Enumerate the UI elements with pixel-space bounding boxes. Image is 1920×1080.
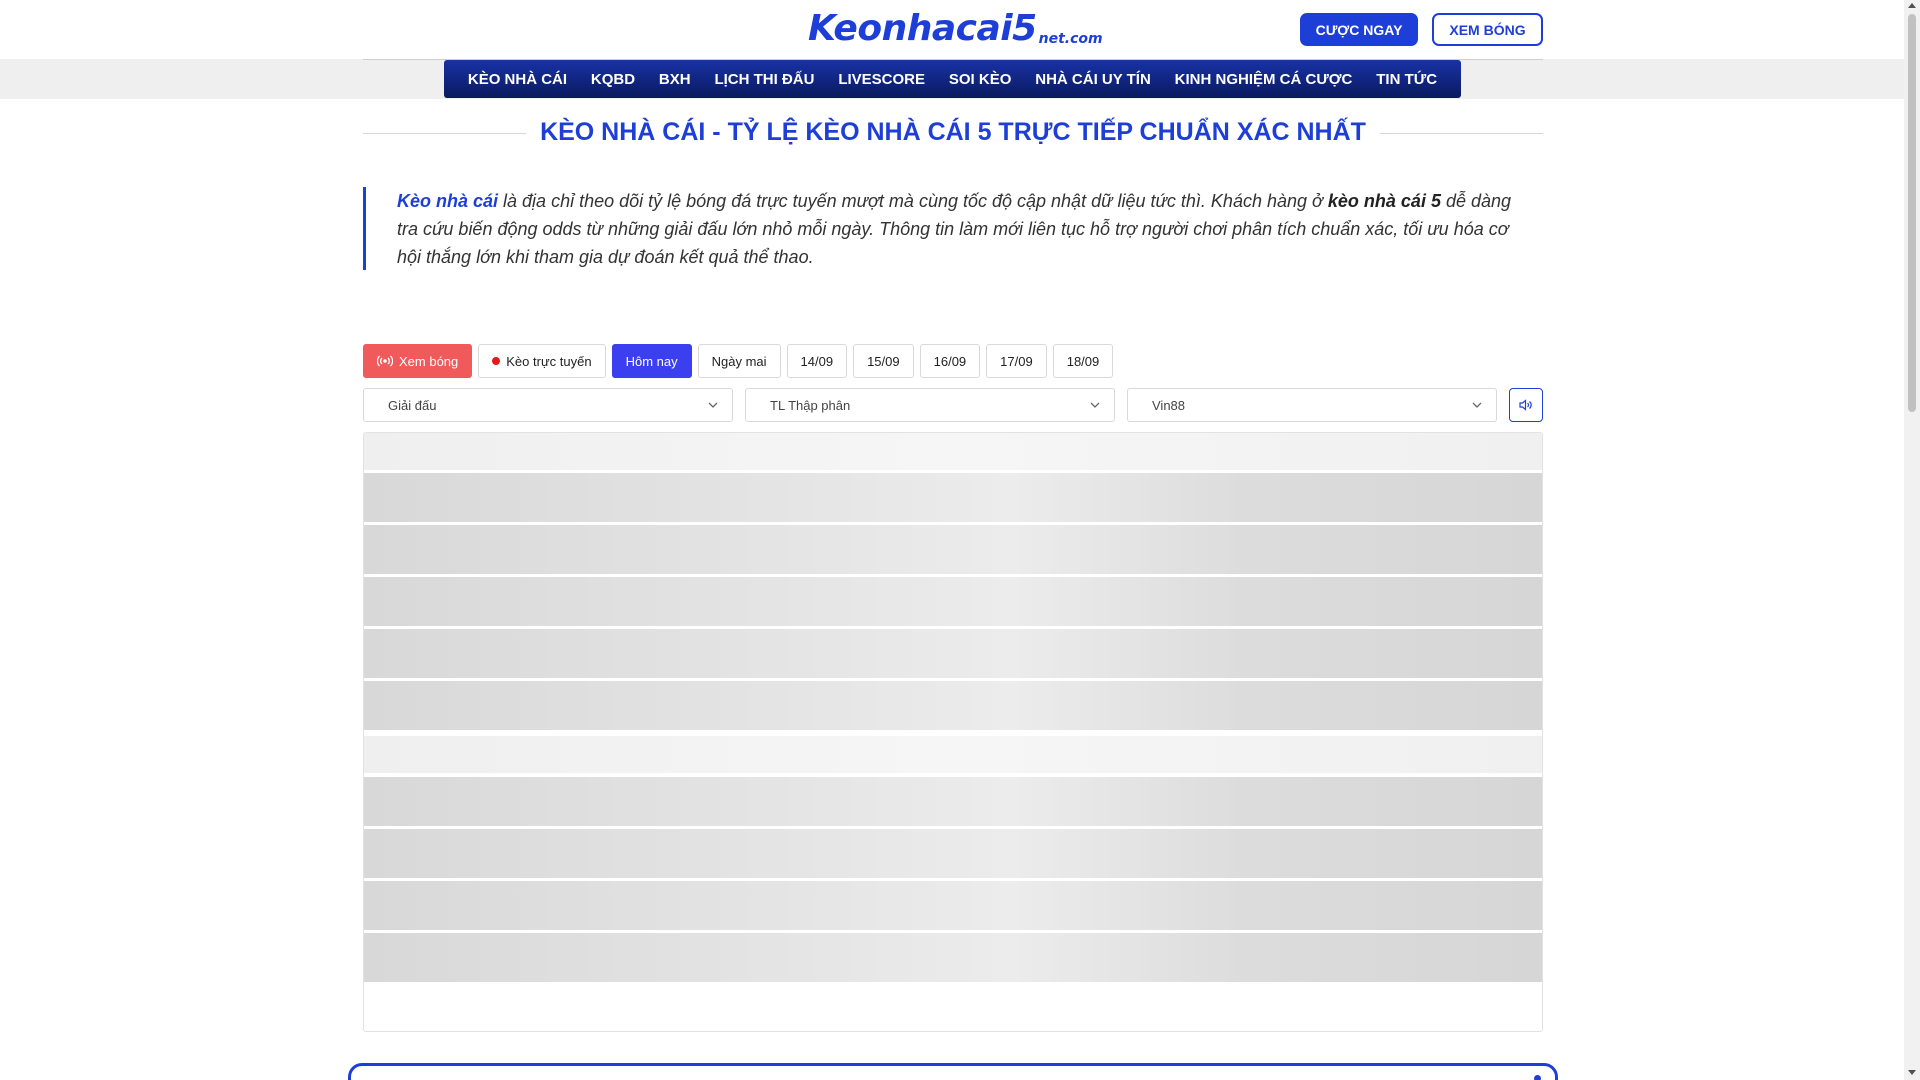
- tab-keo-truc-tuyen-label: Kèo trực tuyến: [506, 353, 592, 369]
- skeleton-row: [364, 881, 1542, 930]
- skeleton-row: [364, 473, 1542, 522]
- bookmaker-select[interactable]: Vin88: [1127, 388, 1497, 422]
- bet-now-button[interactable]: CƯỢC NGAY: [1300, 13, 1418, 46]
- skeleton-row: [364, 829, 1542, 878]
- watch-football-button[interactable]: XEM BÓNG: [1432, 13, 1543, 46]
- tab-date-1409[interactable]: 14/09: [786, 344, 848, 378]
- nav-item-livescore[interactable]: LIVESCORE: [838, 71, 925, 88]
- filter-tabs: Xem bóng Kèo trực tuyến Hôm nay Ngày mai…: [363, 344, 1114, 378]
- skeleton-row: [364, 933, 1542, 982]
- tab-date-1609[interactable]: 16/09: [919, 344, 981, 378]
- skeleton-header-row: [364, 433, 1542, 470]
- tab-ngay-mai[interactable]: Ngày mai: [697, 344, 781, 378]
- nav-item-keo-nha-cai[interactable]: KÈO NHÀ CÁI: [468, 71, 567, 88]
- intro-strong: kèo nhà cái 5: [1327, 191, 1441, 211]
- chevron-down-icon: [708, 402, 718, 408]
- bottom-section-box: [348, 1063, 1558, 1080]
- nav-item-bxh[interactable]: BXH: [659, 71, 691, 88]
- skeleton-header-row: [364, 736, 1542, 773]
- logo-sub-text: net.com: [1038, 31, 1103, 47]
- intro-text-1: là địa chỉ theo dõi tỷ lệ bóng đá trực t…: [498, 191, 1328, 211]
- tab-xem-bong[interactable]: Xem bóng: [363, 344, 473, 378]
- scroll-down-icon[interactable]: [1908, 1070, 1916, 1075]
- tab-keo-truc-tuyen[interactable]: Kèo trực tuyến: [478, 344, 606, 378]
- odds-format-select[interactable]: TL Thập phân: [745, 388, 1115, 422]
- tab-date-1509[interactable]: 15/09: [853, 344, 914, 378]
- logo-main-text: Keonhacai5: [808, 8, 1037, 49]
- tab-xem-bong-label: Xem bóng: [399, 353, 459, 369]
- bookmaker-select-value: Vin88: [1152, 397, 1186, 413]
- tab-date-1809[interactable]: 18/09: [1052, 344, 1114, 378]
- main-nav: KÈO NHÀ CÁI KQBD BXH LỊCH THI ĐẤU LIVESC…: [444, 60, 1461, 98]
- page-title: KÈO NHÀ CÁI - TỶ LỆ KÈO NHÀ CÁI 5 TRỰC T…: [363, 118, 1543, 147]
- bottom-dot: [1534, 1075, 1541, 1080]
- skeleton-row: [364, 777, 1542, 826]
- skeleton-row: [364, 629, 1542, 678]
- nav-item-tin-tuc[interactable]: TIN TỨC: [1376, 71, 1437, 88]
- page-title-text: KÈO NHÀ CÁI - TỶ LỆ KÈO NHÀ CÁI 5 TRỰC T…: [526, 118, 1380, 146]
- broadcast-icon: [377, 355, 393, 367]
- nav-item-kinh-nghiem[interactable]: KINH NGHIỆM CÁ CƯỢC: [1175, 71, 1353, 88]
- odds-format-select-value: TL Thập phân: [770, 397, 851, 413]
- odds-table-loading: [363, 432, 1543, 1032]
- red-dot-icon: [492, 357, 501, 365]
- intro-link[interactable]: Kèo nhà cái: [397, 191, 498, 211]
- nav-item-kqbd[interactable]: KQBD: [591, 71, 635, 88]
- league-select-value: Giải đấu: [388, 397, 437, 413]
- site-header: Keonhacai5 net.com CƯỢC NGAY XEM BÓNG: [0, 0, 1904, 59]
- nav-item-soi-keo[interactable]: SOI KÈO: [949, 71, 1012, 88]
- league-select[interactable]: Giải đấu: [363, 388, 733, 422]
- site-logo[interactable]: Keonhacai5 net.com: [808, 8, 1103, 49]
- scrollbar-thumb[interactable]: [1908, 14, 1916, 412]
- nav-item-nha-cai-uy-tin[interactable]: NHÀ CÁI UY TÍN: [1035, 71, 1151, 88]
- chevron-down-icon: [1472, 402, 1482, 408]
- intro-paragraph: Kèo nhà cái là địa chỉ theo dõi tỷ lệ bó…: [363, 187, 1543, 270]
- skeleton-row: [364, 577, 1542, 626]
- tab-hom-nay[interactable]: Hôm nay: [611, 344, 692, 378]
- skeleton-row: [364, 681, 1542, 730]
- chevron-down-icon: [1090, 402, 1100, 408]
- tab-date-1709[interactable]: 17/09: [986, 344, 1047, 378]
- nav-item-lich-thi-dau[interactable]: LỊCH THI ĐẤU: [714, 71, 814, 88]
- scroll-up-icon[interactable]: [1908, 3, 1916, 8]
- sound-toggle-button[interactable]: [1509, 388, 1543, 422]
- speaker-icon: [1519, 399, 1532, 411]
- skeleton-row: [364, 525, 1542, 574]
